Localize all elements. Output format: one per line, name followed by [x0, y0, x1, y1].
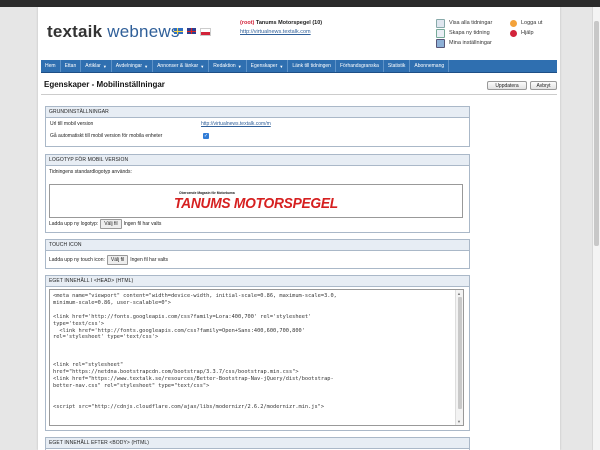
- new-paper-label: Skapa ny tidning: [449, 30, 490, 36]
- panel-heading: GRUNDINSTÄLLNINGAR: [46, 107, 469, 118]
- logo-title: TANUMS MOTORSPEGEL: [174, 195, 338, 212]
- nav-item-annonser[interactable]: Annonser & länkar ▼: [153, 60, 210, 72]
- new-paper-link[interactable]: Skapa ny tidning: [436, 28, 492, 38]
- logo-no-file-text: Ingen fil har valts: [123, 221, 162, 227]
- textarea-scrollbar-thumb[interactable]: [457, 297, 462, 409]
- page-title: Egenskaper - Mobilinställningar: [44, 80, 165, 89]
- user-role: (root): [240, 20, 255, 26]
- page-scrollbar-thumb[interactable]: [594, 21, 599, 246]
- nav-item-ettan[interactable]: Ettan: [61, 60, 82, 72]
- mobile-url-label: Url till mobil version: [50, 121, 94, 127]
- logo-upload-label: Ladda upp ny logotyp:: [49, 221, 99, 227]
- logo-brand: textaik: [47, 22, 103, 41]
- chevron-down-icon: ▼: [237, 63, 242, 69]
- logout-label: Logga ut: [521, 20, 543, 26]
- help-icon: [510, 29, 517, 37]
- nav-item-label: Statistik: [387, 63, 406, 69]
- language-flags: [174, 28, 211, 36]
- nav-item-label: Annonser & länkar: [157, 63, 199, 69]
- chevron-down-icon: ▼: [102, 63, 107, 69]
- logout-icon: [510, 19, 517, 27]
- head-html-textarea[interactable]: <meta name="viewport" content="width=dev…: [49, 289, 464, 426]
- nav-item-redaktion[interactable]: Redaktion ▼: [209, 60, 247, 72]
- nav-item-label: Artiklar: [85, 63, 101, 69]
- paper-url-link[interactable]: http://virtualnews.textalk.com: [240, 28, 322, 37]
- header: textaik webnews (root) Tanums Motorspegel…: [38, 7, 560, 58]
- nav-item-abonnemang[interactable]: Abonnemang: [410, 60, 450, 72]
- nav-item-forhandsgranska[interactable]: Förhandsgranska: [336, 60, 384, 72]
- nav-item-label: Redaktion: [213, 63, 236, 69]
- logo-upload-row: Ladda upp ny logotyp: Välj fil Ingen fil h…: [49, 219, 161, 229]
- my-settings-link[interactable]: Mina inställningar: [436, 38, 492, 48]
- panel-heading: EGET INNEHÅLL I <HEAD> (HTML): [46, 276, 469, 287]
- touch-upload-label: Ladda upp ny touch icon:: [49, 257, 105, 263]
- nav-item-label: Hem: [45, 63, 56, 69]
- logo-product: webnews: [107, 22, 180, 41]
- my-settings-label: Mina inställningar: [449, 40, 492, 46]
- choose-touch-file-button[interactable]: Välj fil: [106, 255, 129, 265]
- basic-settings-panel: GRUNDINSTÄLLNINGAR Url till mobil versio…: [45, 106, 470, 147]
- cancel-button[interactable]: Avbryt: [530, 81, 557, 90]
- scroll-up-icon[interactable]: ▲: [457, 291, 461, 296]
- papers-icon: [436, 18, 445, 28]
- help-label: Hjälp: [521, 30, 534, 36]
- browser-top-strip: [0, 0, 600, 7]
- main-nav: Hem Ettan Artiklar ▼ Avdelningar ▼ Annonse…: [41, 60, 557, 73]
- paper-name: Tanums Motorspegel (10): [255, 20, 323, 26]
- textarea-scrollbar[interactable]: ▲ ▼: [455, 290, 463, 425]
- auto-redirect-checkbox[interactable]: ✓: [203, 133, 209, 139]
- head-html-code: <meta name="viewport" content="width=dev…: [53, 293, 337, 410]
- polish-flag-icon[interactable]: [200, 28, 211, 36]
- logo-preview: Oberoende Magasin för Motorbuma TANUMS M…: [49, 184, 463, 218]
- nav-item-avdelningar[interactable]: Avdelningar ▼: [112, 60, 154, 72]
- logout-link[interactable]: Logga ut: [510, 18, 542, 28]
- help-link[interactable]: Hjälp: [510, 28, 542, 38]
- app-logo[interactable]: textaik webnews: [47, 22, 180, 42]
- header-actions-secondary: Logga ut Hjälp: [510, 18, 542, 38]
- default-logo-note: Tidningens standardlogotyp används:: [49, 169, 132, 175]
- page-scrollbar[interactable]: [592, 7, 600, 450]
- nav-item-label: Länk till tidningen: [292, 63, 331, 69]
- nav-item-egenskaper[interactable]: Egenskaper ▼: [247, 60, 289, 72]
- nav-item-label: Abonnemang: [414, 63, 445, 69]
- body-content-panel: EGET INNEHÅLL EFTER <BODY> (HTML): [45, 437, 470, 450]
- choose-logo-file-button[interactable]: Välj fil: [100, 219, 122, 229]
- touch-upload-row: Ladda upp ny touch icon: Välj fil Ingen fi…: [49, 255, 168, 265]
- nav-item-label: Egenskaper: [250, 63, 278, 69]
- nav-item-label: Avdelningar: [115, 63, 143, 69]
- all-papers-link[interactable]: Visa alla tidningar: [436, 18, 492, 28]
- update-button[interactable]: Uppdatera: [487, 81, 527, 90]
- chevron-down-icon: ▼: [279, 63, 284, 69]
- chevron-down-icon: ▼: [144, 63, 149, 69]
- panel-heading: EGET INNEHÅLL EFTER <BODY> (HTML): [46, 438, 469, 449]
- header-actions: Visa alla tidningar Skapa ny tidning Min…: [436, 18, 492, 48]
- main-page: textaik webnews (root) Tanums Motorspegel…: [38, 7, 560, 450]
- touch-no-file-text: Ingen fil har valts: [130, 257, 169, 263]
- british-flag-icon[interactable]: [187, 28, 196, 34]
- panel-heading: TOUCH ICON: [46, 240, 469, 251]
- settings-icon: [436, 38, 445, 48]
- nav-item-hem[interactable]: Hem: [41, 60, 61, 72]
- nav-item-label: Förhandsgranska: [339, 63, 379, 69]
- chevron-down-icon: ▼: [200, 63, 205, 69]
- all-papers-label: Visa alla tidningar: [449, 20, 493, 26]
- panel-heading: LOGOTYP FÖR MOBIL VERSION: [46, 155, 469, 166]
- nav-item-label: Ettan: [64, 63, 77, 69]
- nav-item-artiklar[interactable]: Artiklar ▼: [81, 60, 112, 72]
- head-content-panel: EGET INNEHÅLL I <HEAD> (HTML) <meta name…: [45, 275, 470, 431]
- mobile-url-link[interactable]: http://virtualnews.textalk.com/m: [201, 121, 271, 127]
- page-title-bar: Egenskaper - Mobilinställningar Uppdater…: [41, 78, 557, 95]
- current-paper-info: (root) Tanums Motorspegel (10) http://vi…: [240, 19, 322, 37]
- nav-item-lank[interactable]: Länk till tidningen: [288, 60, 336, 72]
- swedish-flag-icon[interactable]: [174, 28, 183, 34]
- new-paper-icon: [436, 28, 445, 38]
- touch-icon-panel: TOUCH ICON Ladda upp ny touch icon: Välj …: [45, 239, 470, 269]
- scroll-down-icon[interactable]: ▼: [457, 419, 461, 424]
- mobile-logo-panel: LOGOTYP FÖR MOBIL VERSION Tidningens sta…: [45, 154, 470, 233]
- nav-item-statistik[interactable]: Statistik: [384, 60, 411, 72]
- auto-redirect-label: Gå automatiskt till mobil version för mo…: [50, 133, 163, 139]
